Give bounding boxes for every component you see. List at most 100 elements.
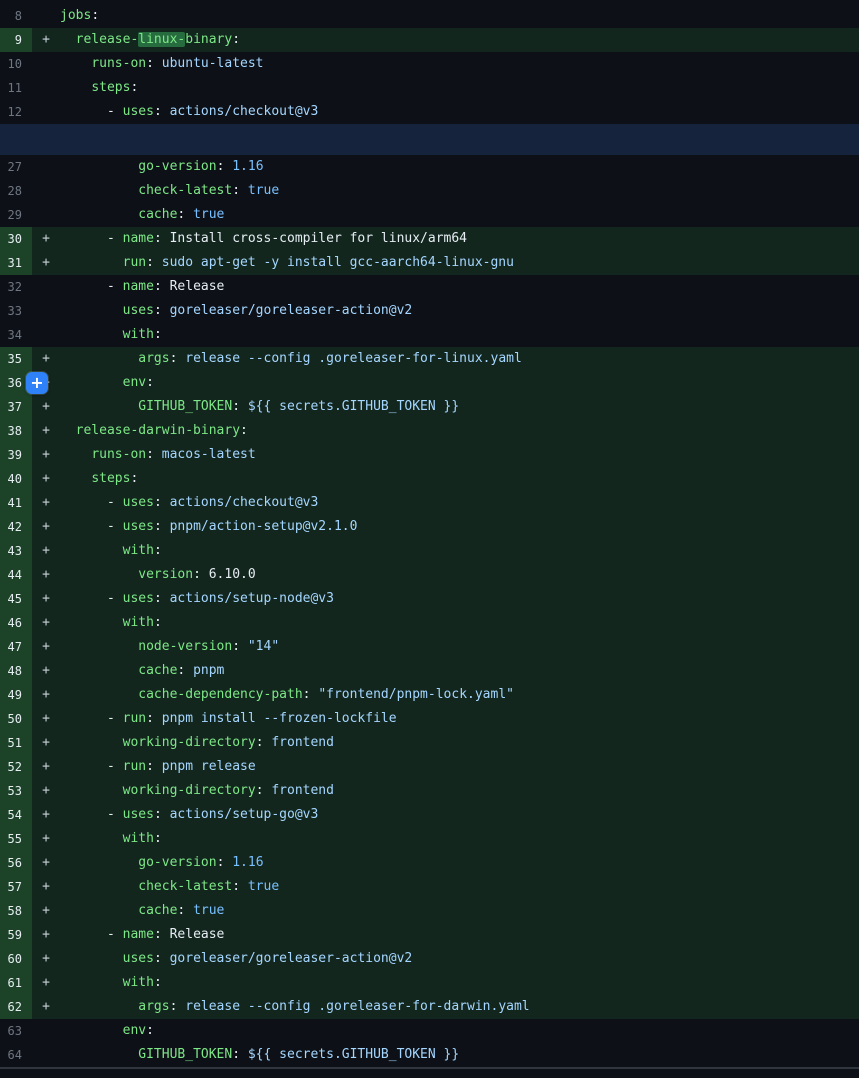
code-segment: : bbox=[146, 447, 162, 462]
code-segment: : bbox=[217, 159, 233, 174]
code-segment: : bbox=[232, 399, 248, 414]
diff-marker: + bbox=[32, 659, 60, 683]
line-number[interactable]: 32 bbox=[0, 275, 32, 299]
line-number[interactable]: 33 bbox=[0, 299, 32, 323]
line-number[interactable]: 52 bbox=[0, 755, 32, 779]
diff-row: 53 + working-directory: frontend bbox=[0, 779, 859, 803]
line-number[interactable]: 51 bbox=[0, 731, 32, 755]
line-number[interactable]: 50 bbox=[0, 707, 32, 731]
code-segment: uses bbox=[123, 951, 154, 966]
diff-row: 11 steps: bbox=[0, 76, 859, 100]
code-line: - name: Release bbox=[60, 275, 859, 299]
line-number[interactable]: 48 bbox=[0, 659, 32, 683]
diff-row: 28 check-latest: true bbox=[0, 179, 859, 203]
code-line: go-version: 1.16 bbox=[60, 155, 859, 179]
code-segment: 1.16 bbox=[232, 855, 263, 870]
line-number[interactable]: 59 bbox=[0, 923, 32, 947]
line-number[interactable]: 56 bbox=[0, 851, 32, 875]
line-number[interactable]: 28 bbox=[0, 179, 32, 203]
code-segment: uses bbox=[123, 519, 154, 534]
code-segment: release-darwin-binary bbox=[76, 423, 240, 438]
line-number[interactable]: 64 bbox=[0, 1043, 32, 1067]
code-segment: - bbox=[60, 591, 123, 606]
code-line: run: sudo apt-get -y install gcc-aarch64… bbox=[60, 251, 859, 275]
code-segment: : bbox=[154, 519, 170, 534]
code-segment: release --config .goreleaser-for-darwin.… bbox=[185, 999, 529, 1014]
line-number[interactable]: 58 bbox=[0, 899, 32, 923]
line-number[interactable]: 47 bbox=[0, 635, 32, 659]
code-segment: check-latest bbox=[138, 879, 232, 894]
line-number[interactable]: 49 bbox=[0, 683, 32, 707]
hunk-expander[interactable] bbox=[0, 124, 859, 155]
code-segment: - bbox=[60, 519, 123, 534]
line-number[interactable]: 46 bbox=[0, 611, 32, 635]
code-segment: - bbox=[60, 711, 123, 726]
code-segment: : Release bbox=[154, 927, 224, 942]
line-number[interactable]: 11 bbox=[0, 76, 32, 100]
code-segment: : bbox=[232, 32, 240, 47]
code-line: GITHUB_TOKEN: ${{ secrets.GITHUB_TOKEN }… bbox=[60, 395, 859, 419]
line-number[interactable]: 41 bbox=[0, 491, 32, 515]
line-number[interactable]: 30 bbox=[0, 227, 32, 251]
line-number[interactable]: 53 bbox=[0, 779, 32, 803]
line-number[interactable]: 63 bbox=[0, 1019, 32, 1043]
line-number[interactable]: 45 bbox=[0, 587, 32, 611]
code-segment bbox=[60, 855, 138, 870]
code-line: args: release --config .goreleaser-for-l… bbox=[60, 347, 859, 371]
line-number[interactable]: 62 bbox=[0, 995, 32, 1019]
code-segment: : bbox=[240, 423, 248, 438]
diff-row: 12 - uses: actions/checkout@v3 bbox=[0, 100, 859, 124]
code-segment: GITHUB_TOKEN bbox=[138, 399, 232, 414]
code-line: release-linux-binary: bbox=[60, 28, 859, 52]
diff-marker bbox=[32, 155, 60, 179]
line-number[interactable]: 8 bbox=[0, 4, 32, 28]
line-number[interactable]: 38 bbox=[0, 419, 32, 443]
line-number[interactable]: 35 bbox=[0, 347, 32, 371]
line-number[interactable]: 40 bbox=[0, 467, 32, 491]
line-number[interactable]: 29 bbox=[0, 203, 32, 227]
diff-row: 27 go-version: 1.16 bbox=[0, 155, 859, 179]
line-number[interactable]: 60 bbox=[0, 947, 32, 971]
code-segment: ${{ secrets.GITHUB_TOKEN }} bbox=[248, 399, 459, 414]
line-number[interactable]: 37 bbox=[0, 395, 32, 419]
code-segment: true bbox=[248, 879, 279, 894]
code-segment bbox=[60, 303, 123, 318]
code-line: version: 6.10.0 bbox=[60, 563, 859, 587]
line-number[interactable]: 39 bbox=[0, 443, 32, 467]
code-segment: : bbox=[256, 783, 272, 798]
code-segment: : bbox=[146, 711, 162, 726]
line-number[interactable]: 34 bbox=[0, 323, 32, 347]
add-comment-button[interactable]: + bbox=[26, 372, 48, 394]
code-segment: : bbox=[170, 351, 186, 366]
diff-marker bbox=[32, 4, 60, 28]
line-number[interactable]: 54 bbox=[0, 803, 32, 827]
line-number[interactable]: 43 bbox=[0, 539, 32, 563]
code-segment: frontend bbox=[271, 735, 334, 750]
line-number[interactable]: 10 bbox=[0, 52, 32, 76]
code-line: - run: pnpm install --frozen-lockfile bbox=[60, 707, 859, 731]
line-number[interactable]: 12 bbox=[0, 100, 32, 124]
code-line: steps: bbox=[60, 467, 859, 491]
diff-row: 35 + args: release --config .goreleaser-… bbox=[0, 347, 859, 371]
line-number[interactable]: 61 bbox=[0, 971, 32, 995]
line-number[interactable]: 44 bbox=[0, 563, 32, 587]
line-number[interactable]: 9 bbox=[0, 28, 32, 52]
diff-rows: 8 jobs: 9 + release-linux-binary: 10 run… bbox=[0, 4, 859, 1067]
code-segment: uses bbox=[123, 104, 154, 119]
line-number[interactable]: 31 bbox=[0, 251, 32, 275]
code-segment: : bbox=[154, 104, 170, 119]
code-segment: name bbox=[123, 231, 154, 246]
code-segment: go-version bbox=[138, 855, 216, 870]
line-number[interactable]: 57 bbox=[0, 875, 32, 899]
diff-marker: + bbox=[32, 419, 60, 443]
diff-row: 42 + - uses: pnpm/action-setup@v2.1.0 bbox=[0, 515, 859, 539]
code-line: working-directory: frontend bbox=[60, 779, 859, 803]
line-number[interactable]: 27 bbox=[0, 155, 32, 179]
code-segment: env bbox=[123, 375, 146, 390]
line-number[interactable]: 42 bbox=[0, 515, 32, 539]
code-line: release-darwin-binary: bbox=[60, 419, 859, 443]
code-segment: version bbox=[138, 567, 193, 582]
line-number[interactable]: 55 bbox=[0, 827, 32, 851]
code-segment: : bbox=[232, 183, 248, 198]
code-segment: goreleaser/goreleaser-action@v2 bbox=[170, 951, 413, 966]
